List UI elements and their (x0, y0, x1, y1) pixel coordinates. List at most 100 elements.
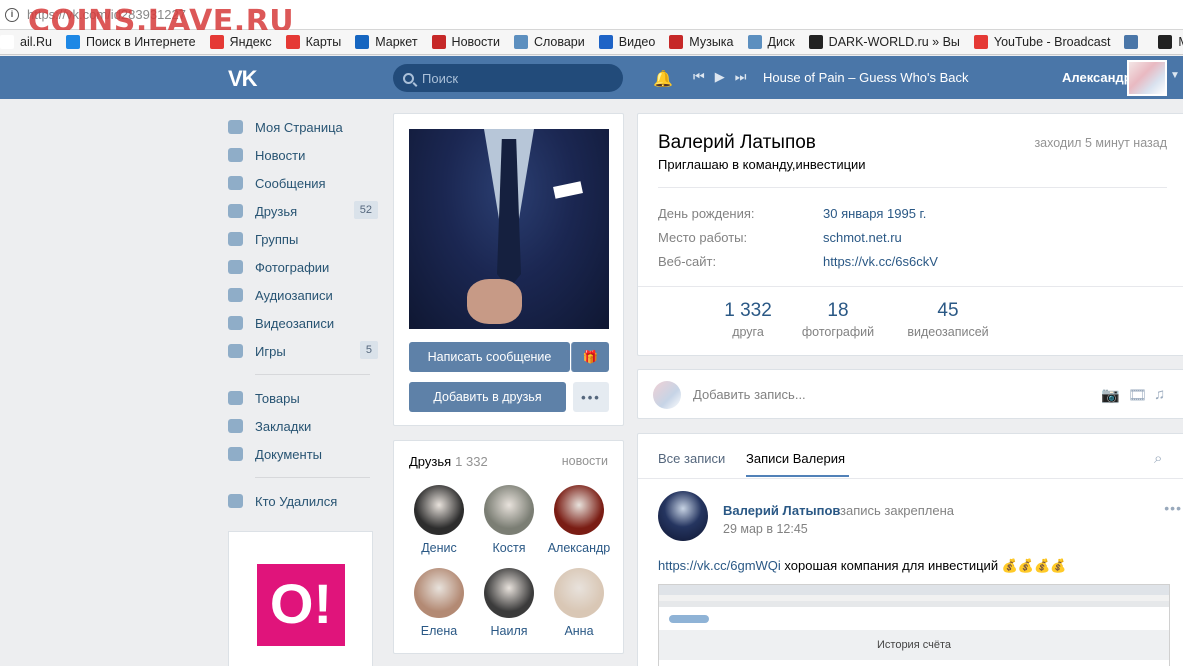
more-actions-button[interactable]: ••• (573, 382, 609, 412)
bookmarks-bar: ail.Ru Поиск в Интернете Яндекс Карты Маркет… (0, 30, 1183, 55)
bookmark-item[interactable]: Маркет (355, 35, 418, 49)
post-composer[interactable]: Добавить запись... 📷 🎞 ♫ (637, 369, 1183, 419)
sidebar-item[interactable]: Видеозаписи (228, 309, 378, 337)
bookmark-label: DARK-WORLD.ru » Вы (828, 35, 960, 49)
friend-item[interactable]: Елена (404, 568, 474, 638)
news-icon (431, 35, 446, 49)
info-value[interactable]: 30 января 1995 г. (823, 206, 926, 221)
profile-photo[interactable] (409, 129, 609, 329)
vk-logo[interactable]: VK (228, 66, 258, 92)
sidebar-item[interactable]: Закладки (228, 412, 378, 440)
yandex-icon (209, 35, 224, 49)
sidebar-item[interactable]: Друзья 52 (228, 197, 378, 225)
friend-item[interactable]: Денис (404, 485, 474, 555)
bookmark-item[interactable]: MetalArea - Ex (1158, 35, 1183, 49)
sidebar-item[interactable]: Сообщения (228, 169, 378, 197)
add-friend-button[interactable]: Добавить в друзья (409, 382, 566, 412)
notifications-bell-icon[interactable]: 🔔 (653, 69, 673, 89)
disk-icon (747, 35, 762, 49)
sidebar-item[interactable]: Новости (228, 141, 378, 169)
bookmark-item[interactable]: Яндекс (209, 35, 272, 49)
friend-item[interactable]: Александр (544, 485, 614, 555)
bookmark-item[interactable]: Диск (747, 35, 795, 49)
vk-icon (1124, 35, 1139, 49)
bookmark-item[interactable]: Музыка (669, 35, 734, 49)
sidebar-item[interactable]: Товары (228, 384, 378, 412)
sidebar-item-label: Кто Удалился (255, 493, 338, 509)
profile-counter[interactable]: 45 видеозаписей (893, 300, 1003, 339)
friend-item[interactable]: Наиля (474, 568, 544, 638)
sidebar-item[interactable]: Документы (228, 440, 378, 468)
bookmark-item[interactable]: Новости (431, 35, 500, 49)
bookmark-label: Яндекс (229, 35, 272, 49)
profile-name: Валерий Латыпов (658, 132, 816, 153)
bookmark-label: Новости (451, 35, 500, 49)
friends-news-link[interactable]: новости (562, 454, 608, 468)
friend-avatar (484, 568, 534, 618)
info-value[interactable]: schmot.net.ru (823, 230, 902, 245)
apps-grid-icon (228, 494, 243, 508)
post-author-avatar[interactable] (658, 491, 708, 541)
previous-track-icon[interactable]: ⏮ (693, 69, 705, 85)
search-icon (65, 35, 80, 49)
counter-number: 18 (827, 300, 849, 321)
search-placeholder: Поиск (422, 70, 459, 86)
next-track-icon[interactable]: ⏭ (735, 69, 747, 85)
gift-icon[interactable]: 🎁 (571, 342, 609, 372)
current-track[interactable]: House of Pain – Guess Who's Back (763, 70, 969, 85)
profile-status[interactable]: Приглашаю в команду,инвестиции (658, 157, 866, 172)
sidebar-item[interactable]: Моя Страница (228, 113, 378, 141)
ad-block[interactable]: O! (228, 531, 373, 666)
post-link[interactable]: https://vk.cc/6gmWQi (658, 558, 781, 573)
tab-all-posts[interactable]: Все записи (658, 451, 725, 466)
wall-card: Все записи Записи Валерия ⌕ Валерий Латы… (637, 433, 1183, 666)
user-name[interactable]: Александр (1062, 70, 1132, 85)
friend-name: Денис (421, 541, 457, 555)
bookmark-item[interactable]: Поиск в Интернете (65, 35, 196, 49)
sidebar-item[interactable]: Кто Удалился (228, 487, 378, 515)
write-message-button[interactable]: Написать сообщение (409, 342, 570, 372)
friends-header[interactable]: Друзья 1 332 (409, 454, 488, 469)
bookmark-item[interactable]: Карты (285, 35, 341, 49)
sidebar-item[interactable]: Игры 5 (228, 337, 378, 365)
info-value[interactable]: https://vk.cc/6s6ckV (823, 254, 938, 269)
composer-placeholder[interactable]: Добавить запись... (693, 387, 806, 402)
tab-owner-posts[interactable]: Записи Валерия (746, 451, 845, 466)
play-icon[interactable]: ▶ (715, 69, 725, 85)
friend-name: Наиля (490, 624, 528, 638)
bookmark-item[interactable] (1124, 35, 1144, 49)
bookmark-item[interactable]: DARK-WORLD.ru » Вы (808, 35, 960, 49)
post-more-button[interactable]: ••• (1164, 500, 1182, 516)
bookmark-item[interactable]: Видео (598, 35, 655, 49)
search-input[interactable]: Поиск (393, 64, 623, 92)
bookmark-item[interactable]: Словари (513, 35, 585, 49)
sidebar-item[interactable]: Группы (228, 225, 378, 253)
info-icon[interactable]: i (5, 7, 19, 22)
bookmark-item[interactable]: YouTube - Broadcast (973, 35, 1110, 49)
counter-label: фотографий (801, 325, 875, 339)
friend-item[interactable]: Костя (474, 485, 544, 555)
search-icon[interactable]: ⌕ (1154, 450, 1162, 467)
video-icon[interactable]: 🎞 (1128, 386, 1147, 404)
chevron-down-icon[interactable]: ▼ (1170, 70, 1180, 81)
divider (255, 374, 370, 375)
post-author[interactable]: Валерий Латыпов (723, 503, 840, 518)
music-note-icon (228, 288, 243, 302)
info-label: День рождения: (658, 206, 755, 221)
profile-counter[interactable]: 18 фотографий (783, 300, 893, 339)
sidebar-item[interactable]: Фотографии (228, 253, 378, 281)
profile-photo-card: Написать сообщение 🎁 Добавить в друзья •… (393, 113, 624, 426)
bookmark-label: Музыка (689, 35, 734, 49)
post-image[interactable]: История счёта (658, 584, 1170, 666)
post-date[interactable]: 29 мар в 12:45 (723, 522, 808, 536)
friend-name: Анна (564, 624, 594, 638)
friend-avatar (554, 568, 604, 618)
music-note-icon[interactable]: ♫ (1154, 386, 1165, 403)
friend-item[interactable]: Анна (544, 568, 614, 638)
bag-icon (228, 391, 243, 405)
sidebar-item-label: Фотографии (255, 259, 330, 275)
bookmark-item[interactable]: ail.Ru (0, 35, 52, 49)
sidebar-item[interactable]: Аудиозаписи (228, 281, 378, 309)
camera-icon[interactable]: 📷 (1101, 386, 1120, 404)
user-avatar[interactable] (1127, 60, 1167, 96)
